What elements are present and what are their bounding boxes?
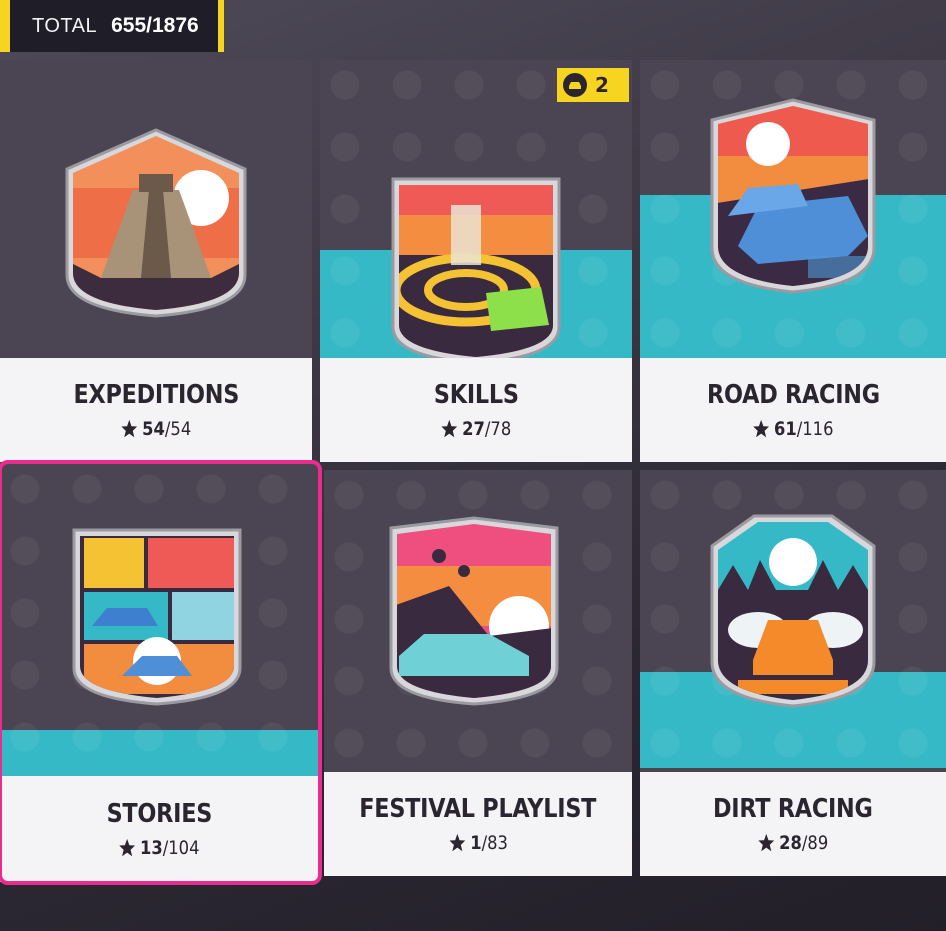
card-stories[interactable]: STORIES 13/104 [0, 464, 318, 882]
star-icon [449, 833, 466, 852]
stars-earned: 61 [774, 418, 798, 440]
card-progress: 54/54 [120, 418, 192, 440]
card-title: STORIES [106, 799, 212, 829]
card-progress: 27/78 [440, 418, 512, 440]
badge-count: 2 [595, 73, 609, 97]
card-progress: 13/104 [118, 837, 200, 859]
stars-total: 54 [170, 418, 192, 440]
star-icon [758, 833, 775, 852]
stars-earned: 1 [470, 832, 482, 854]
stars-earned: 13 [140, 837, 164, 859]
stars-total: 89 [807, 832, 829, 854]
car-icon [563, 73, 587, 97]
card-title: SKILLS [433, 380, 519, 410]
stars-total: 104 [168, 837, 200, 859]
card-title: ROAD RACING [706, 380, 880, 410]
card-title: EXPEDITIONS [73, 380, 239, 410]
festival-emblem-icon [389, 516, 559, 706]
road-racing-emblem-icon [710, 98, 876, 294]
stars-earned: 27 [462, 418, 486, 440]
card-road-racing[interactable]: ROAD RACING 61/116 [640, 60, 946, 462]
star-icon [441, 419, 458, 438]
dirt-racing-emblem-icon [710, 514, 876, 708]
skills-count-badge: 2 [557, 68, 629, 102]
total-value: 655/1876 [111, 14, 199, 37]
stars-earned: 28 [779, 832, 803, 854]
stars-earned: 54 [142, 418, 166, 440]
star-icon [119, 838, 136, 857]
pyramid-emblem-icon [65, 128, 247, 318]
stars-total: 78 [490, 418, 512, 440]
card-expeditions[interactable]: EXPEDITIONS 54/54 [0, 60, 312, 462]
card-dirt-racing[interactable]: DIRT RACING 28/89 [640, 470, 946, 876]
skills-emblem-icon [391, 177, 561, 365]
total-progress-bar: TOTAL 655/1876 [0, 0, 224, 52]
card-skills[interactable]: 2 SKILLS 27/78 [320, 60, 632, 462]
total-label: TOTAL [32, 14, 98, 37]
stars-total: 116 [802, 418, 834, 440]
star-icon [753, 419, 770, 438]
stars-total: 83 [487, 832, 509, 854]
star-icon [121, 419, 138, 438]
stories-emblem-icon [72, 528, 242, 706]
card-progress: 1/83 [448, 832, 508, 854]
card-title: DIRT RACING [713, 794, 873, 824]
card-progress: 28/89 [757, 832, 829, 854]
card-title: FESTIVAL PLAYLIST [359, 794, 597, 824]
card-progress: 61/116 [752, 418, 834, 440]
card-festival-playlist[interactable]: FESTIVAL PLAYLIST 1/83 [324, 470, 632, 876]
